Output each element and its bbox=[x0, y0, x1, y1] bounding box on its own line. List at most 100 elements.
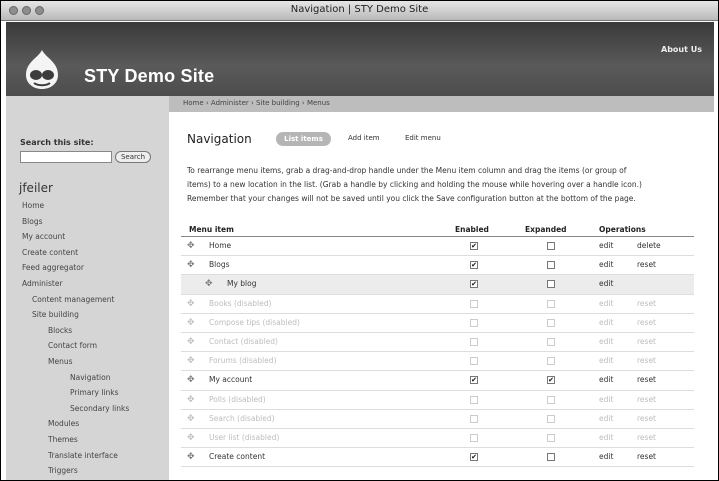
enabled-checkbox[interactable]: ✔ bbox=[470, 453, 478, 462]
edit-link[interactable]: edit bbox=[599, 318, 613, 327]
row-secondary-link[interactable]: reset bbox=[637, 337, 656, 346]
sidebar-item-administer[interactable]: Administer bbox=[22, 279, 63, 288]
row-secondary-link[interactable]: reset bbox=[637, 356, 656, 365]
row-secondary-link[interactable]: reset bbox=[637, 433, 656, 442]
drag-handle-icon[interactable]: ✥ bbox=[187, 433, 195, 443]
table-row: ✥ Home ✔ edit delete bbox=[181, 237, 694, 257]
row-secondary-link[interactable]: reset bbox=[637, 452, 656, 461]
drag-handle-icon[interactable]: ✥ bbox=[187, 414, 195, 424]
enabled-checkbox[interactable] bbox=[470, 433, 478, 442]
enabled-checkbox[interactable] bbox=[470, 414, 478, 423]
menu-item-name[interactable]: Create content bbox=[209, 452, 265, 461]
drag-handle-icon[interactable]: ✥ bbox=[187, 318, 195, 328]
menu-item-name[interactable]: My blog bbox=[227, 279, 257, 288]
row-secondary-link[interactable]: reset bbox=[637, 375, 656, 384]
enabled-checkbox[interactable]: ✔ bbox=[470, 280, 478, 289]
expanded-checkbox[interactable] bbox=[547, 433, 555, 442]
row-secondary-link[interactable]: reset bbox=[637, 260, 656, 269]
edit-link[interactable]: edit bbox=[599, 260, 613, 269]
edit-link[interactable]: edit bbox=[599, 433, 613, 442]
edit-link[interactable]: edit bbox=[599, 299, 613, 308]
sidebar-item-site-building[interactable]: Site building bbox=[32, 310, 79, 319]
edit-link[interactable]: edit bbox=[599, 452, 613, 461]
sidebar-item-secondary-links[interactable]: Secondary links bbox=[70, 404, 129, 413]
expanded-checkbox[interactable] bbox=[547, 318, 555, 327]
drag-handle-icon[interactable]: ✥ bbox=[187, 395, 195, 405]
row-secondary-link[interactable]: reset bbox=[637, 299, 656, 308]
search-input[interactable] bbox=[20, 151, 112, 163]
menu-item-name[interactable]: User list (disabled) bbox=[209, 433, 279, 442]
drag-handle-icon[interactable]: ✥ bbox=[187, 299, 195, 309]
sidebar-item-menus[interactable]: Menus bbox=[48, 357, 73, 366]
sidebar-item-modules[interactable]: Modules bbox=[48, 419, 79, 428]
enabled-checkbox[interactable]: ✔ bbox=[470, 242, 478, 250]
tab-list-items[interactable]: List items bbox=[276, 132, 331, 146]
about-us-link[interactable]: About Us bbox=[661, 45, 702, 54]
drag-handle-icon[interactable]: ✥ bbox=[187, 260, 195, 270]
search-button[interactable]: Search bbox=[115, 151, 151, 163]
expanded-checkbox[interactable] bbox=[547, 299, 555, 308]
sidebar-item-content-management[interactable]: Content management bbox=[32, 295, 114, 304]
expanded-checkbox[interactable] bbox=[547, 357, 555, 366]
expanded-checkbox[interactable] bbox=[547, 280, 555, 289]
expanded-checkbox[interactable] bbox=[547, 395, 555, 404]
edit-link[interactable]: edit bbox=[599, 395, 613, 404]
expanded-checkbox[interactable] bbox=[547, 414, 555, 423]
edit-link[interactable]: edit bbox=[599, 241, 613, 250]
menu-item-name[interactable]: Search (disabled) bbox=[209, 414, 275, 423]
edit-link[interactable]: edit bbox=[599, 414, 613, 423]
menu-item-name[interactable]: Contact (disabled) bbox=[209, 337, 278, 346]
expanded-checkbox[interactable] bbox=[547, 242, 555, 250]
enabled-checkbox[interactable] bbox=[470, 337, 478, 346]
sidebar-item-contact-form[interactable]: Contact form bbox=[48, 341, 97, 350]
edit-link[interactable]: edit bbox=[599, 356, 613, 365]
row-secondary-link[interactable]: reset bbox=[637, 395, 656, 404]
enabled-checkbox[interactable] bbox=[470, 318, 478, 327]
enabled-checkbox[interactable] bbox=[470, 357, 478, 366]
sidebar-item-primary-links[interactable]: Primary links bbox=[70, 388, 119, 397]
drag-handle-icon[interactable]: ✥ bbox=[187, 375, 195, 385]
sidebar-item-create-content[interactable]: Create content bbox=[22, 248, 78, 257]
menu-item-name[interactable]: Home bbox=[209, 241, 231, 250]
sidebar-item-blogs[interactable]: Blogs bbox=[22, 217, 43, 226]
sidebar-item-blocks[interactable]: Blocks bbox=[48, 326, 72, 335]
drag-handle-icon[interactable]: ✥ bbox=[187, 452, 195, 462]
drag-handle-icon[interactable]: ✥ bbox=[187, 356, 195, 366]
expanded-checkbox[interactable] bbox=[547, 453, 555, 462]
breadcrumb[interactable]: Home › Administer › Site building › Menu… bbox=[183, 99, 330, 107]
enabled-checkbox[interactable] bbox=[470, 395, 478, 404]
menu-item-name[interactable]: Polls (disabled) bbox=[209, 395, 266, 404]
expanded-checkbox[interactable]: ✔ bbox=[547, 376, 555, 385]
sidebar-item-home[interactable]: Home bbox=[22, 201, 44, 210]
sidebar-item-navigation[interactable]: Navigation bbox=[70, 373, 110, 382]
edit-link[interactable]: edit bbox=[599, 375, 613, 384]
menu-item-name[interactable]: Books (disabled) bbox=[209, 299, 271, 308]
menu-item-name[interactable]: Forums (disabled) bbox=[209, 356, 277, 365]
sidebar-item-triggers[interactable]: Triggers bbox=[48, 466, 78, 475]
sidebar-item-themes[interactable]: Themes bbox=[48, 435, 78, 444]
enabled-checkbox[interactable] bbox=[470, 299, 478, 308]
row-secondary-link[interactable]: reset bbox=[637, 414, 656, 423]
expanded-checkbox[interactable] bbox=[547, 337, 555, 346]
edit-link[interactable]: edit bbox=[599, 279, 613, 288]
drag-handle-icon[interactable]: ✥ bbox=[187, 241, 195, 251]
sidebar-item-my-account[interactable]: My account bbox=[22, 232, 65, 241]
sidebar-item-translate-interface[interactable]: Translate interface bbox=[48, 451, 118, 460]
enabled-checkbox[interactable]: ✔ bbox=[470, 376, 478, 385]
tab-edit-menu[interactable]: Edit menu bbox=[405, 134, 441, 142]
tab-add-item[interactable]: Add item bbox=[348, 134, 380, 142]
drupal-logo-icon[interactable] bbox=[22, 48, 62, 90]
sidebar-item-feed-aggregator[interactable]: Feed aggregator bbox=[22, 263, 84, 272]
drag-handle-icon[interactable]: ✥ bbox=[187, 337, 195, 347]
expanded-checkbox[interactable] bbox=[547, 261, 555, 270]
row-secondary-link[interactable]: reset bbox=[637, 318, 656, 327]
edit-link[interactable]: edit bbox=[599, 337, 613, 346]
menu-item-name[interactable]: Compose tips (disabled) bbox=[209, 318, 300, 327]
enabled-checkbox[interactable]: ✔ bbox=[470, 261, 478, 270]
menu-item-name[interactable]: My account bbox=[209, 375, 252, 384]
row-secondary-link[interactable]: delete bbox=[637, 241, 661, 250]
intro-line: items) to a new location in the list. (G… bbox=[187, 180, 642, 189]
menu-item-name[interactable]: Blogs bbox=[209, 260, 230, 269]
drag-handle-icon[interactable]: ✥ bbox=[205, 279, 213, 289]
site-name[interactable]: STY Demo Site bbox=[84, 66, 214, 87]
